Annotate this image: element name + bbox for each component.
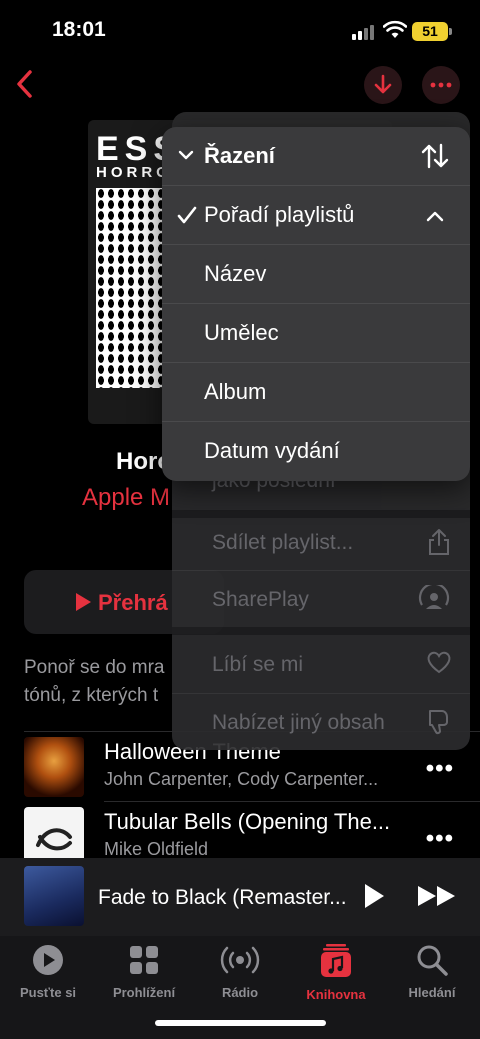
share-icon bbox=[429, 529, 449, 555]
sort-option-artist[interactable]: Umělec bbox=[162, 304, 470, 363]
sort-arrows-icon bbox=[421, 143, 449, 169]
tab-label: Hledání bbox=[408, 985, 456, 1000]
playlist-curator[interactable]: Apple M bbox=[82, 484, 170, 512]
home-indicator[interactable] bbox=[155, 1020, 326, 1026]
tab-label: Prohlížení bbox=[112, 985, 176, 1000]
sort-option-label: Album bbox=[204, 379, 267, 404]
sort-option-album[interactable]: Album bbox=[162, 363, 470, 422]
shareplay-icon bbox=[418, 585, 450, 609]
tab-search[interactable]: Hledání bbox=[384, 944, 480, 1000]
fast-forward-icon[interactable] bbox=[416, 884, 458, 908]
sort-option-release-date[interactable]: Datum vydání bbox=[162, 422, 470, 481]
sort-option-name[interactable]: Název bbox=[162, 245, 470, 304]
tab-label: Rádio bbox=[221, 985, 259, 1000]
now-playing-artwork bbox=[24, 866, 84, 926]
checkmark-icon bbox=[177, 206, 197, 224]
play-circle-icon bbox=[33, 945, 63, 975]
status-bar: 18:01 51 bbox=[0, 0, 480, 60]
play-label: Přehrá bbox=[98, 590, 168, 615]
tab-label: Pusťte si bbox=[19, 985, 77, 1000]
menu-item-shareplay[interactable]: SharePlay bbox=[172, 571, 470, 629]
status-time: 18:01 bbox=[52, 18, 106, 41]
sort-option-label: Název bbox=[204, 261, 267, 286]
radio-icon bbox=[220, 946, 260, 974]
divider bbox=[104, 801, 480, 802]
track-title: Tubular Bells (Opening The... bbox=[104, 809, 391, 834]
menu-item-label: Líbí se mi bbox=[212, 653, 304, 676]
tab-library[interactable]: Knihovna bbox=[288, 944, 384, 1002]
menu-item-suggest-less[interactable]: Nabízet jiný obsah bbox=[172, 694, 470, 752]
play-icon[interactable] bbox=[362, 882, 386, 910]
sort-menu-header[interactable]: Řazení bbox=[162, 127, 470, 186]
download-button[interactable] bbox=[364, 66, 402, 104]
now-playing-title: Fade to Black (Remaster... bbox=[98, 886, 347, 909]
battery-indicator: 51 bbox=[412, 22, 452, 41]
download-arrow-icon bbox=[374, 74, 392, 94]
sort-option-label: Pořadí playlistů bbox=[204, 202, 355, 227]
playlist-description[interactable]: Ponoř se do mra tónů, z kterých t bbox=[24, 654, 184, 710]
menu-section-divider bbox=[172, 627, 470, 635]
menu-item-share-playlist[interactable]: Sdílet playlist... bbox=[172, 514, 470, 572]
more-options-button[interactable] bbox=[422, 66, 460, 104]
menu-item-label: SharePlay bbox=[212, 588, 309, 611]
search-icon bbox=[417, 945, 448, 976]
thumbs-down-icon bbox=[429, 710, 448, 735]
ellipsis-icon bbox=[430, 82, 452, 88]
track-more-icon[interactable]: ••• bbox=[426, 755, 454, 783]
track-artist: Mike Oldfield bbox=[104, 839, 209, 859]
description-line: Ponoř se do mra bbox=[24, 657, 165, 678]
tab-browse[interactable]: Prohlížení bbox=[96, 944, 192, 1000]
heart-icon bbox=[427, 651, 451, 674]
description-line: tónů, z kterých t bbox=[24, 685, 159, 706]
track-artwork bbox=[24, 737, 84, 797]
back-chevron-icon[interactable] bbox=[10, 66, 44, 102]
grid-icon bbox=[130, 946, 158, 974]
track-more-icon[interactable]: ••• bbox=[426, 825, 454, 853]
sort-option-label: Umělec bbox=[204, 320, 279, 345]
wifi-icon bbox=[383, 20, 407, 38]
track-artist: John Carpenter, Cody Carpenter... bbox=[104, 769, 379, 789]
music-library-icon bbox=[321, 944, 351, 977]
menu-item-label: Sdílet playlist... bbox=[212, 531, 354, 554]
sort-option-label: Datum vydání bbox=[204, 438, 340, 463]
play-icon bbox=[76, 593, 91, 611]
tab-listen-now[interactable]: Pusťte si bbox=[0, 944, 96, 1000]
tab-label: Knihovna bbox=[306, 987, 366, 1002]
sort-option-playlist-order[interactable]: Pořadí playlistů bbox=[162, 186, 470, 245]
mini-player[interactable]: Fade to Black (Remaster... bbox=[0, 858, 480, 936]
chevron-down-icon bbox=[178, 150, 194, 160]
menu-item-label: Nabízet jiný obsah bbox=[212, 711, 385, 734]
sort-menu-title: Řazení bbox=[204, 143, 275, 168]
tab-radio[interactable]: Rádio bbox=[192, 944, 288, 1000]
sort-menu: Řazení Pořadí playlistů Název Umělec Alb… bbox=[162, 127, 470, 481]
chevron-up-icon[interactable] bbox=[426, 210, 444, 222]
menu-item-like[interactable]: Líbí se mi bbox=[172, 636, 470, 694]
cellular-signal-icon bbox=[352, 24, 376, 40]
